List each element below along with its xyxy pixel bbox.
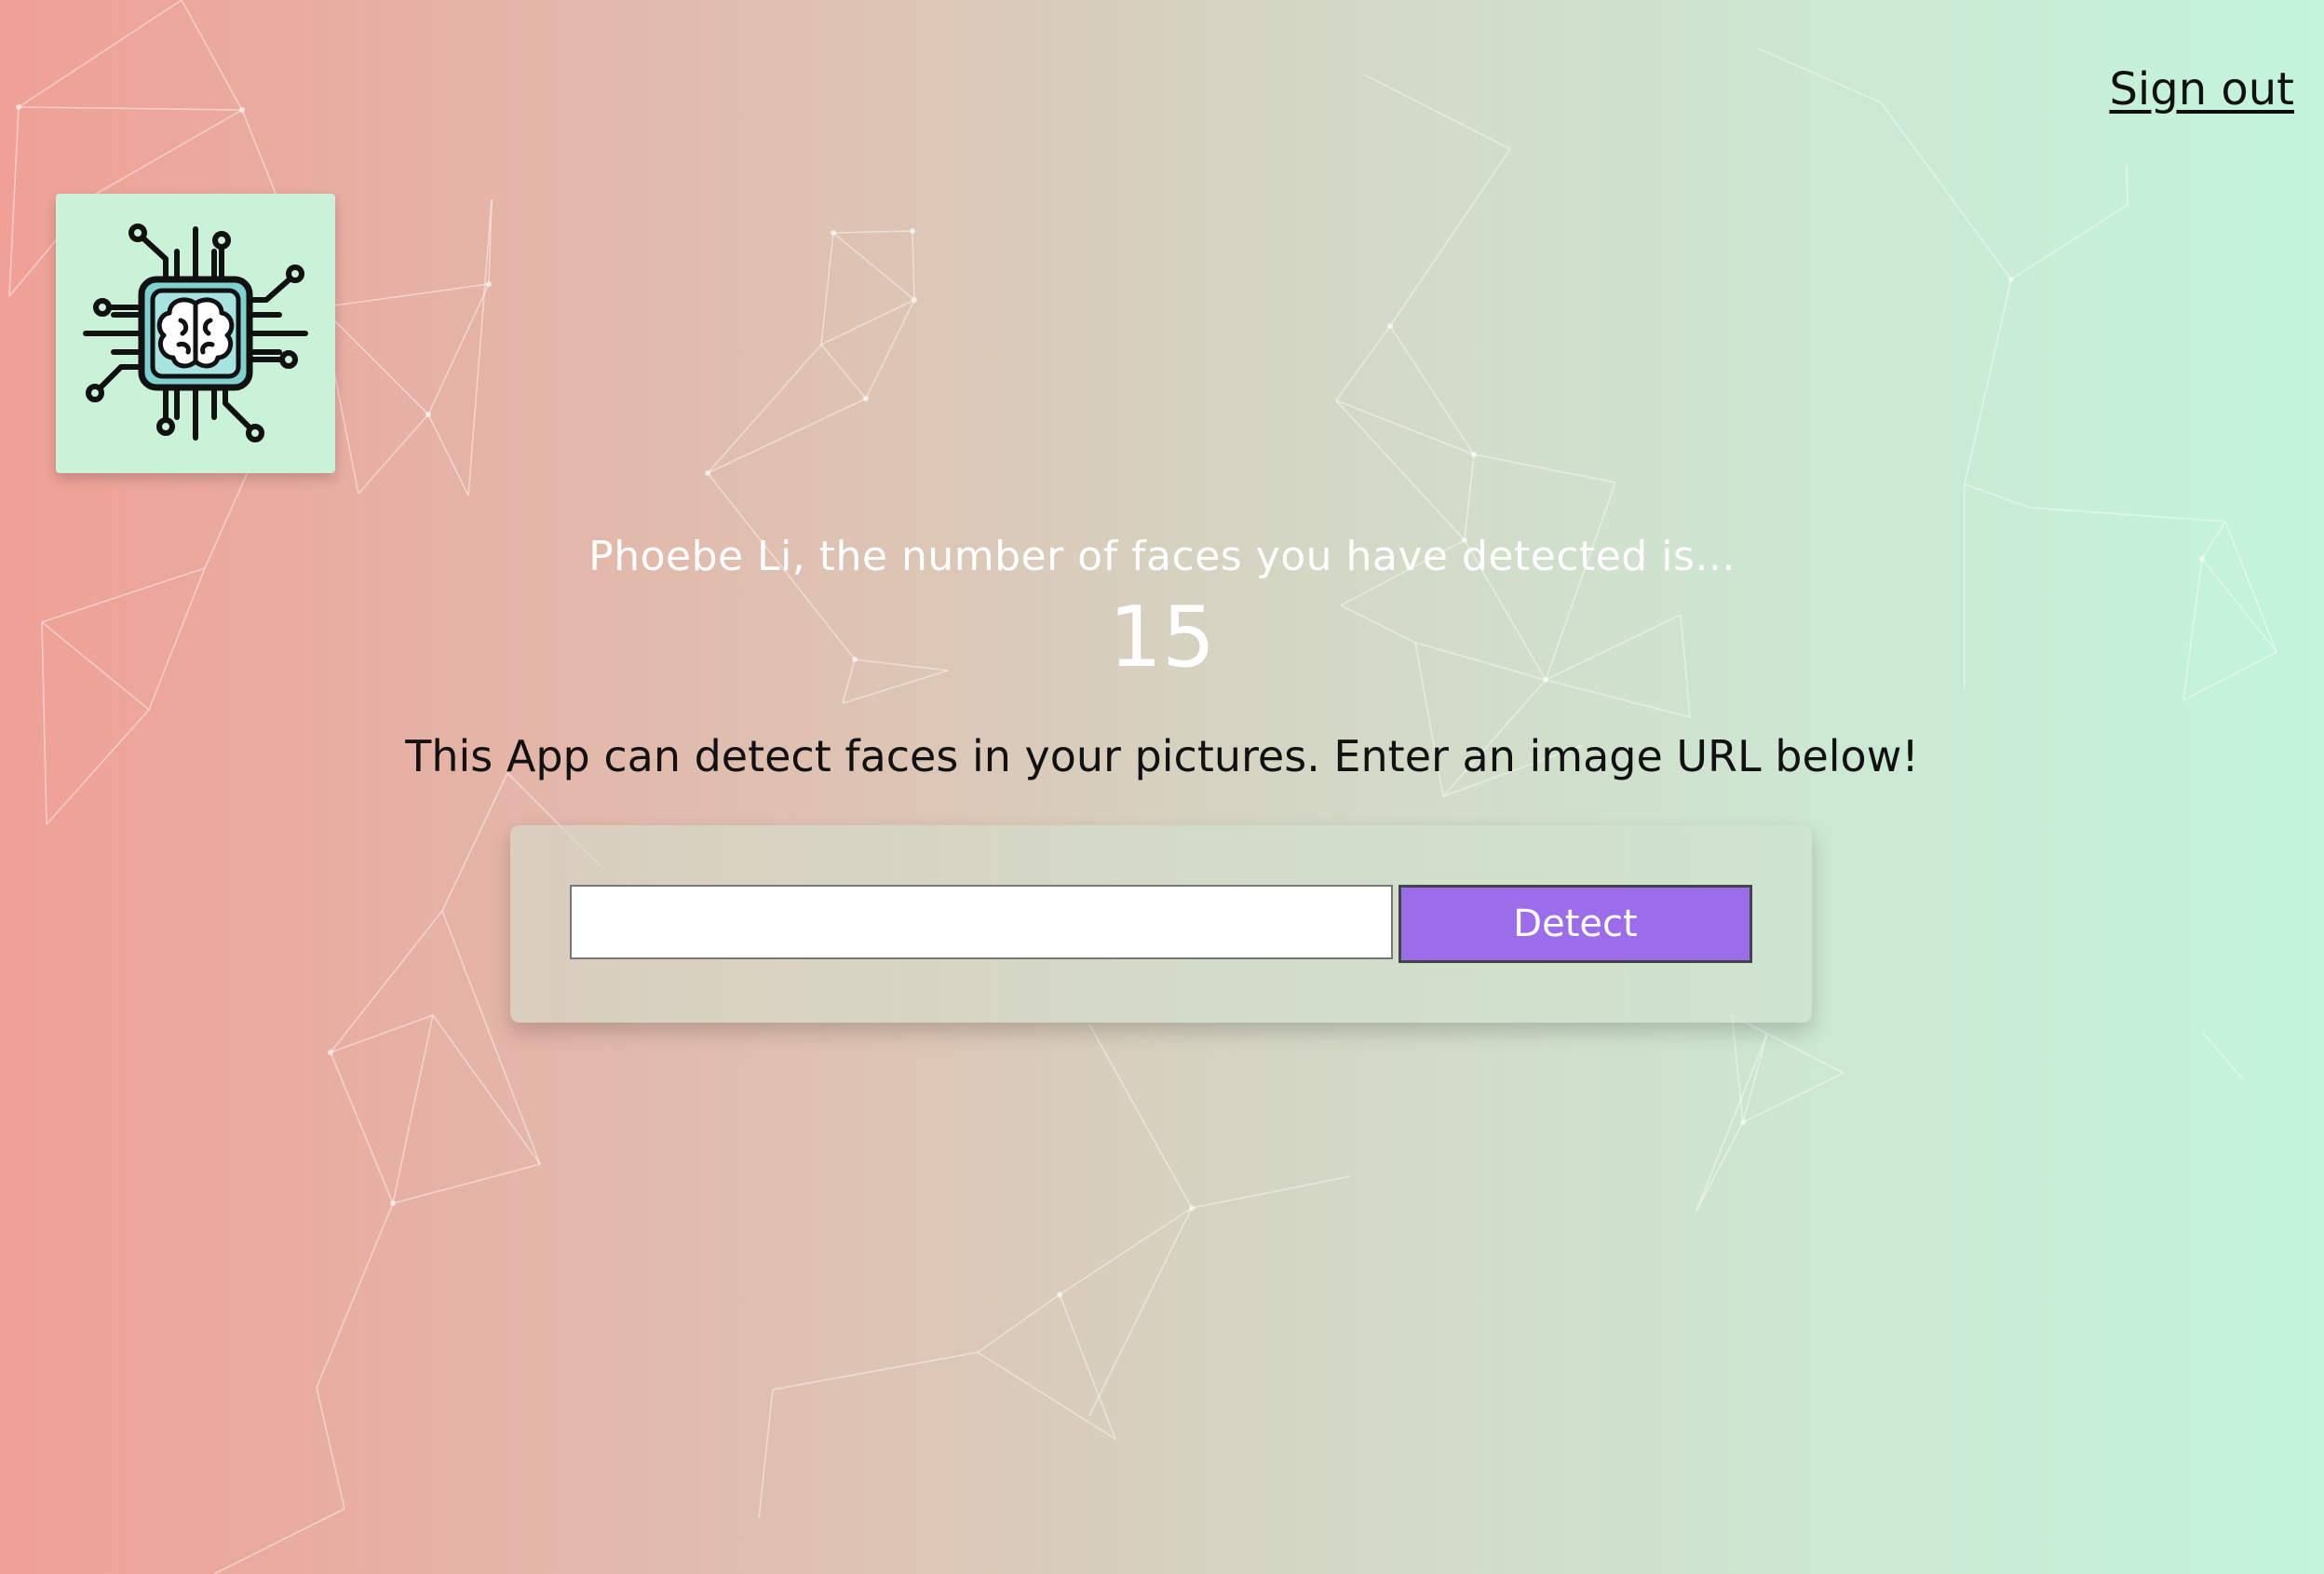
logo[interactable]	[56, 194, 335, 473]
intro-text: This App can detect faces in your pictur…	[405, 731, 1919, 781]
detect-button[interactable]: Detect	[1398, 885, 1752, 963]
image-url-form: Detect	[510, 825, 1812, 1023]
sign-out-link[interactable]: Sign out	[2109, 63, 2294, 115]
brain-chip-icon	[83, 224, 308, 442]
particle-network-background	[8, 0, 2277, 1574]
face-count: 15	[1108, 589, 1216, 686]
rank-message: Phoebe Li, the number of faces you have …	[588, 533, 1736, 580]
image-url-input[interactable]	[570, 885, 1393, 959]
